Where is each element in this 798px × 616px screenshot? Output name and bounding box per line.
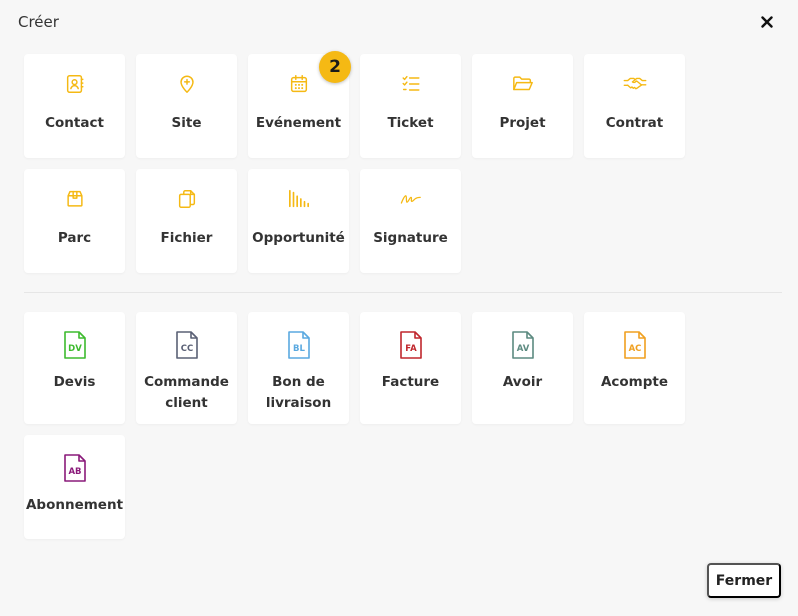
step-badge: 2 — [319, 51, 351, 83]
checklist-icon — [399, 72, 423, 96]
create-site-button[interactable]: Site — [136, 54, 237, 158]
create-avoir-button[interactable]: AV Avoir — [472, 312, 573, 424]
svg-text:AB: AB — [68, 467, 81, 477]
create-contract-label: Contrat — [605, 115, 664, 131]
create-parc-button[interactable]: Parc — [24, 169, 125, 273]
create-acompte-button[interactable]: AC Acompte — [584, 312, 685, 424]
svg-text:BL: BL — [293, 344, 305, 354]
create-commande-client-label: Commande client — [144, 374, 229, 411]
folder-open-icon — [511, 72, 535, 96]
documents-grid: DV Devis CC Commande client BL Bon de li… — [24, 312, 685, 539]
create-site-label: Site — [171, 115, 202, 131]
close-button[interactable]: Fermer — [707, 563, 781, 598]
create-file-button[interactable]: Fichier — [136, 169, 237, 273]
contact-card-icon — [63, 72, 87, 96]
copy-files-icon — [175, 187, 199, 211]
signature-icon — [399, 187, 423, 211]
create-contract-button[interactable]: Contrat — [584, 54, 685, 158]
svg-text:AC: AC — [628, 344, 641, 354]
close-icon[interactable] — [758, 13, 776, 31]
create-bon-livraison-button[interactable]: BL Bon de livraison — [248, 312, 349, 424]
bar-chart-icon — [287, 187, 311, 211]
create-devis-button[interactable]: DV Devis — [24, 312, 125, 424]
create-project-button[interactable]: Projet — [472, 54, 573, 158]
box-icon — [63, 187, 87, 211]
document-cc-icon: CC — [174, 330, 200, 360]
create-items-grid: Contact Site Evénement Ticket Projet Con… — [24, 54, 685, 273]
svg-text:FA: FA — [405, 344, 417, 354]
create-abonnement-label: Abonnement — [25, 497, 124, 513]
create-signature-label: Signature — [373, 230, 448, 246]
create-ticket-label: Ticket — [387, 115, 434, 131]
document-dv-icon: DV — [62, 330, 88, 360]
svg-text:CC: CC — [180, 344, 192, 354]
map-pin-plus-icon — [175, 72, 199, 96]
handshake-icon — [623, 72, 647, 96]
create-acompte-label: Acompte — [600, 374, 669, 390]
create-devis-label: Devis — [53, 374, 96, 390]
create-commande-client-button[interactable]: CC Commande client — [136, 312, 237, 424]
svg-text:DV: DV — [68, 344, 82, 354]
create-file-label: Fichier — [160, 230, 213, 246]
create-signature-button[interactable]: Signature — [360, 169, 461, 273]
create-event-label: Evénement — [255, 115, 342, 131]
create-ticket-button[interactable]: Ticket — [360, 54, 461, 158]
document-fa-icon: FA — [398, 330, 424, 360]
create-contact-label: Contact — [45, 115, 104, 131]
document-ac-icon: AC — [622, 330, 648, 360]
create-facture-button[interactable]: FA Facture — [360, 312, 461, 424]
create-project-label: Projet — [499, 115, 546, 131]
create-opportunity-button[interactable]: Opportunité — [248, 169, 349, 273]
create-facture-label: Facture — [381, 374, 440, 390]
create-abonnement-button[interactable]: AB Abonnement — [24, 435, 125, 539]
create-avoir-label: Avoir — [502, 374, 543, 390]
calendar-icon — [287, 72, 311, 96]
create-contact-button[interactable]: Contact — [24, 54, 125, 158]
section-divider — [24, 292, 782, 293]
document-av-icon: AV — [510, 330, 536, 360]
create-opportunity-label: Opportunité — [252, 230, 345, 246]
create-parc-label: Parc — [57, 230, 92, 246]
document-bl-icon: BL — [286, 330, 312, 360]
document-ab-icon: AB — [62, 453, 88, 483]
create-bon-livraison-label: Bon de livraison — [265, 374, 332, 411]
svg-text:AV: AV — [516, 344, 529, 354]
dialog-title: Créer — [18, 13, 59, 31]
